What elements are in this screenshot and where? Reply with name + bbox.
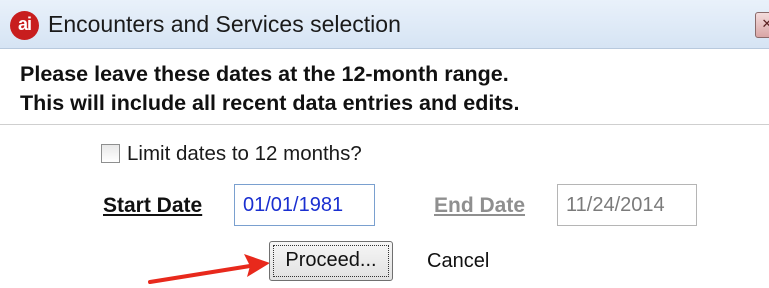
start-date-input[interactable]: 01/01/1981 — [234, 184, 375, 226]
focus-ring — [273, 245, 389, 277]
close-icon: ✕ — [761, 16, 769, 31]
instruction-line-2: This will include all recent data entrie… — [20, 91, 520, 115]
end-date-label: End Date — [434, 194, 526, 217]
limit-dates-checkbox[interactable] — [101, 144, 120, 163]
proceed-button[interactable]: Proceed... — [269, 241, 393, 281]
cancel-button[interactable]: Cancel — [427, 250, 489, 273]
instruction-line-1: Please leave these dates at the 12-month… — [20, 62, 509, 86]
divider — [0, 124, 769, 125]
start-date-label: Start Date — [103, 194, 203, 217]
app-logo-icon: ai — [10, 11, 39, 40]
close-button[interactable]: ✕ — [755, 12, 769, 38]
red-arrow-icon — [148, 254, 270, 284]
title-bar: ai Encounters and Services selection ✕ — [0, 0, 769, 49]
window-title: Encounters and Services selection — [48, 11, 401, 37]
limit-dates-label: Limit dates to 12 months? — [127, 142, 362, 165]
end-date-input: 11/24/2014 — [557, 184, 697, 226]
instructions-text: Please leave these dates at the 12-month… — [20, 60, 519, 118]
